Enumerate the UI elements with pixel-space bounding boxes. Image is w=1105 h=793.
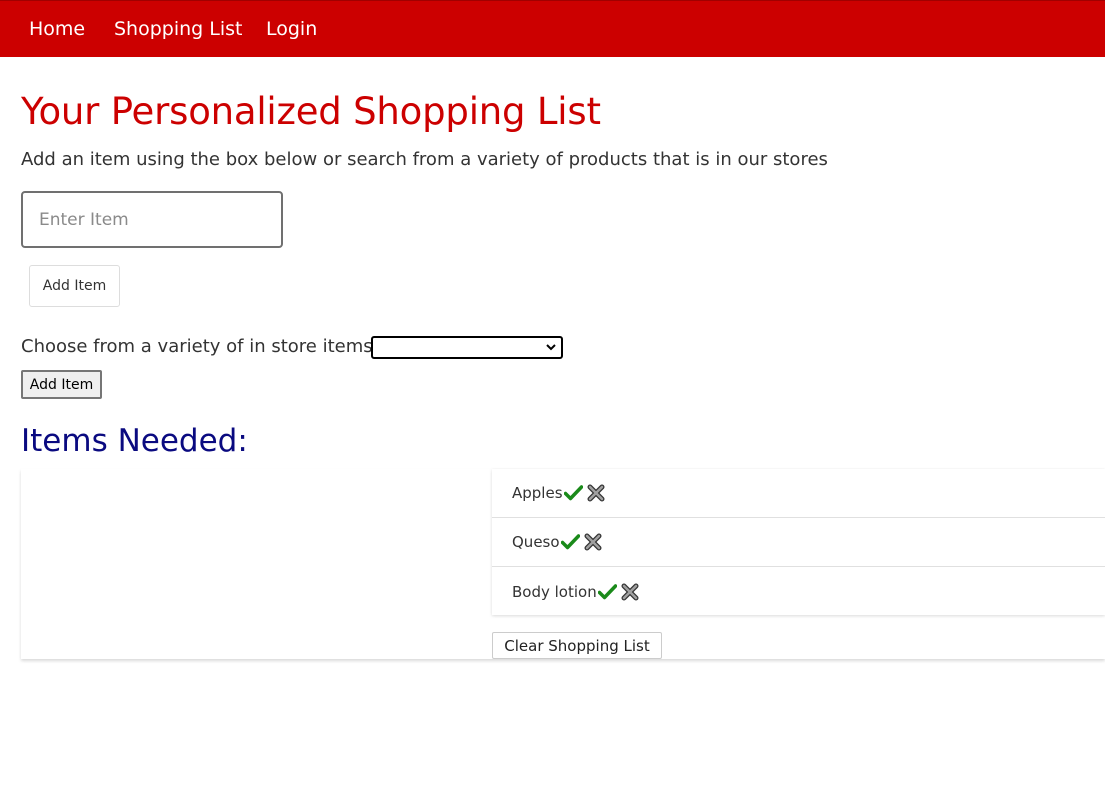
check-icon[interactable] (597, 583, 617, 600)
list-item: Apples (492, 469, 1105, 518)
nav-shopping-list-link[interactable]: Shopping List (114, 1, 242, 58)
close-icon[interactable] (587, 484, 605, 502)
add-store-item-button[interactable]: Add Item (21, 370, 102, 399)
items-panel: Apples Queso Body lotion Clear Shopping … (21, 469, 1105, 659)
shopping-list: Apples Queso Body lotion (492, 469, 1105, 615)
nav-home-link[interactable]: Home (29, 1, 85, 58)
close-icon[interactable] (621, 583, 639, 601)
navbar: Home Shopping List Login (0, 0, 1105, 57)
chevron-down-icon (546, 340, 556, 357)
page-title: Your Personalized Shopping List (21, 90, 601, 133)
list-item: Queso (492, 518, 1105, 567)
item-name: Apples (512, 484, 563, 502)
item-name: Body lotion (512, 582, 597, 601)
store-items-label: Choose from a variety of in store items: (21, 336, 379, 357)
list-item: Body lotion (492, 567, 1105, 616)
check-icon[interactable] (563, 485, 583, 501)
item-name: Queso (512, 533, 560, 551)
close-icon[interactable] (584, 533, 602, 551)
clear-shopping-list-button[interactable]: Clear Shopping List (492, 632, 662, 659)
item-input[interactable] (21, 191, 283, 248)
store-items-select[interactable] (371, 336, 563, 359)
nav-login-link[interactable]: Login (266, 1, 317, 58)
add-item-button[interactable]: Add Item (29, 265, 120, 307)
check-icon[interactable] (560, 534, 580, 550)
page-subtitle: Add an item using the box below or searc… (21, 149, 828, 170)
items-needed-heading: Items Needed: (21, 423, 248, 459)
